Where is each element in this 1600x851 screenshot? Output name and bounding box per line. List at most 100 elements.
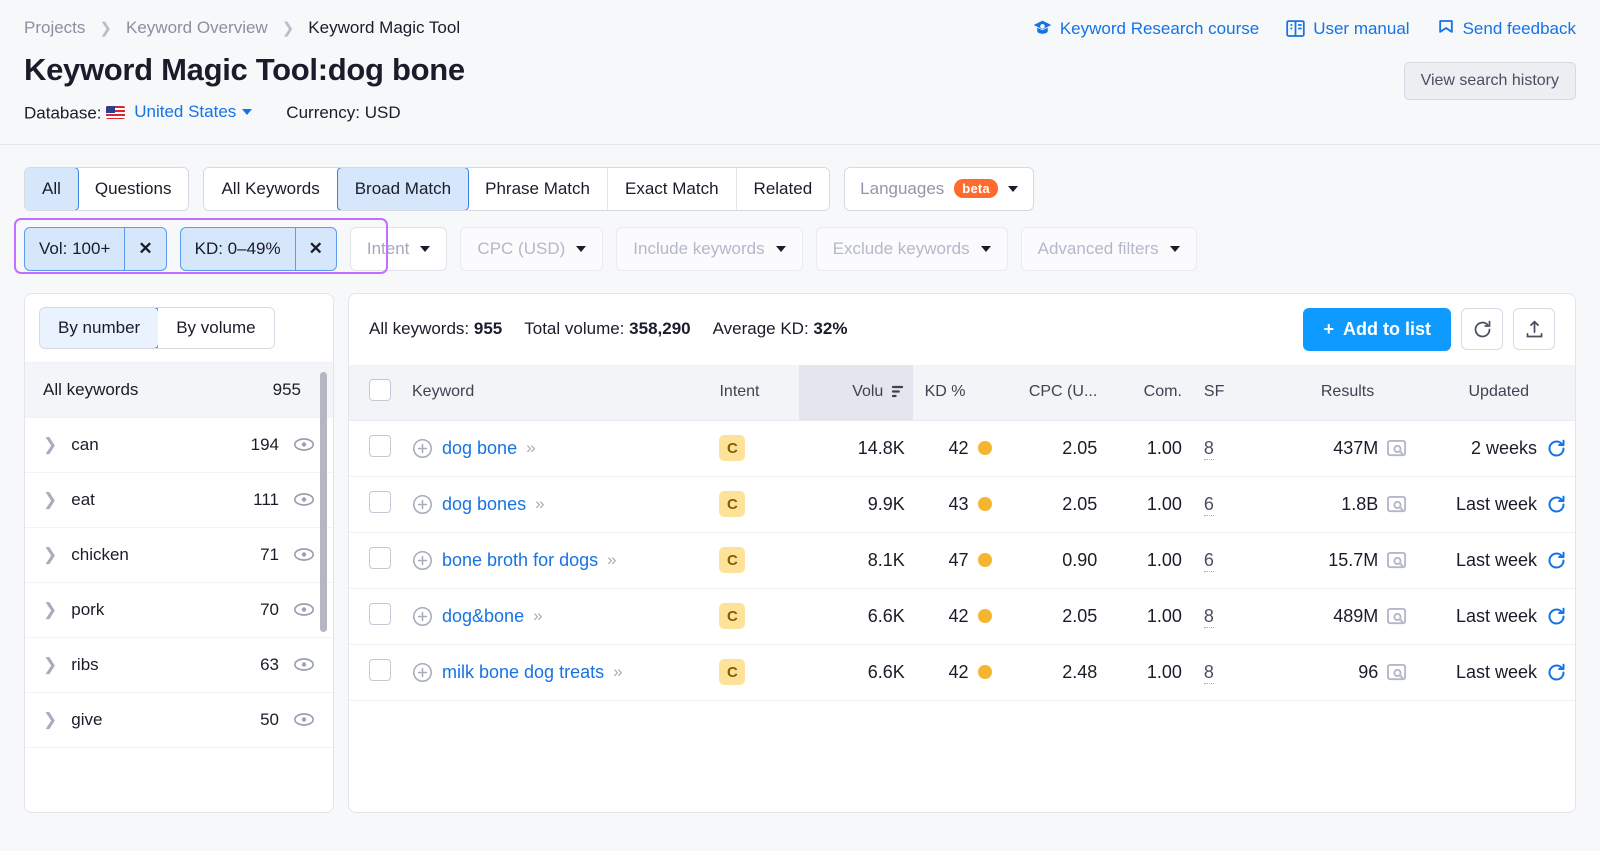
database-selector[interactable]: Database: United States [24, 102, 253, 124]
send-feedback-link[interactable]: Send feedback [1436, 18, 1576, 39]
tab-all[interactable]: All [25, 167, 79, 210]
intent-filter-dropdown[interactable]: Intent [349, 226, 448, 271]
eye-icon[interactable] [293, 492, 315, 507]
exclude-keywords-dropdown[interactable]: Exclude keywords [815, 226, 1008, 271]
sidebar-item-pork[interactable]: ❯ pork 70 [25, 583, 333, 638]
sf-value[interactable]: 8 [1203, 605, 1214, 628]
advanced-filters-dropdown[interactable]: Advanced filters [1020, 226, 1197, 271]
sidebar-scrollbar[interactable] [320, 371, 327, 632]
languages-dropdown[interactable]: Languages beta [844, 166, 1034, 211]
table-row[interactable]: dog&bone » C 6.6K 42 2.05 1.00 8 489M La… [349, 588, 1575, 645]
intent-badge[interactable]: C [719, 435, 746, 461]
select-all-checkbox[interactable] [368, 378, 391, 401]
eye-icon[interactable] [293, 437, 315, 452]
header-volume[interactable]: Volu [798, 364, 913, 421]
keyword-link[interactable]: dog bones [442, 494, 526, 515]
add-keyword-icon[interactable] [412, 438, 433, 459]
header-cpc[interactable]: CPC (U... [999, 364, 1106, 421]
add-keyword-icon[interactable] [412, 662, 433, 683]
chevron-right-icon[interactable]: ❯ [43, 435, 57, 455]
add-keyword-icon[interactable] [412, 606, 433, 627]
header-kd[interactable]: KD % [912, 364, 1000, 421]
tab-questions[interactable]: Questions [77, 167, 189, 210]
chevron-right-icon[interactable]: ❯ [43, 545, 57, 565]
serp-view-icon[interactable] [1387, 663, 1408, 682]
tab-broad-match[interactable]: Broad Match [336, 167, 470, 210]
chevron-right-icon[interactable]: ❯ [43, 490, 57, 510]
include-keywords-dropdown[interactable]: Include keywords [616, 226, 803, 271]
tab-all-keywords[interactable]: All Keywords [204, 167, 338, 210]
export-button[interactable] [1513, 308, 1555, 350]
table-row[interactable]: bone broth for dogs » C 8.1K 47 0.90 1.0… [349, 532, 1575, 589]
database-value[interactable]: United States [106, 102, 253, 122]
add-to-list-button[interactable]: + Add to list [1303, 307, 1451, 351]
tab-phrase-match[interactable]: Phrase Match [468, 167, 608, 210]
header-keyword[interactable]: Keyword [404, 364, 706, 421]
header-sf[interactable]: SF [1189, 364, 1258, 421]
sf-value[interactable]: 6 [1203, 549, 1214, 572]
header-com[interactable]: Com. [1105, 364, 1190, 421]
table-row[interactable]: dog bone » C 14.8K 42 2.05 1.00 8 437M 2… [349, 420, 1575, 477]
update-refresh-icon[interactable] [1546, 606, 1567, 627]
user-manual-link[interactable]: User manual [1285, 18, 1410, 39]
row-checkbox[interactable] [368, 434, 391, 457]
intent-badge[interactable]: C [719, 547, 746, 573]
eye-icon[interactable] [293, 602, 315, 617]
update-refresh-icon[interactable] [1546, 494, 1567, 515]
keyword-link[interactable]: dog&bone [442, 606, 524, 627]
row-checkbox[interactable] [368, 546, 391, 569]
intent-badge[interactable]: C [719, 659, 746, 685]
sf-value[interactable]: 8 [1203, 437, 1214, 460]
remove-volume-filter-icon[interactable]: ✕ [124, 227, 165, 270]
sidebar-item-eat[interactable]: ❯ eat 111 [25, 473, 333, 528]
filter-chip-kd[interactable]: KD: 0–49% ✕ [179, 226, 337, 271]
sf-value[interactable]: 6 [1203, 493, 1214, 516]
chevron-right-icon[interactable]: ❯ [43, 655, 57, 675]
sort-by-volume-button[interactable]: By volume [158, 307, 274, 348]
cpc-filter-dropdown[interactable]: CPC (USD) [460, 226, 604, 271]
chevron-right-icon[interactable]: ❯ [43, 600, 57, 620]
table-row[interactable]: milk bone dog treats » C 6.6K 42 2.48 1.… [349, 644, 1575, 701]
sf-value[interactable]: 8 [1203, 661, 1214, 684]
update-refresh-icon[interactable] [1546, 550, 1567, 571]
intent-badge[interactable]: C [719, 603, 746, 629]
keyword-expand-icon[interactable]: » [533, 606, 543, 626]
sidebar-item-can[interactable]: ❯ can 194 [25, 418, 333, 473]
intent-badge[interactable]: C [719, 491, 746, 517]
keyword-link[interactable]: milk bone dog treats [442, 662, 604, 683]
sidebar-item-ribs[interactable]: ❯ ribs 63 [25, 638, 333, 693]
remove-kd-filter-icon[interactable]: ✕ [294, 227, 336, 270]
header-intent[interactable]: Intent [705, 364, 799, 421]
add-keyword-icon[interactable] [412, 550, 433, 571]
row-checkbox[interactable] [368, 658, 391, 681]
view-search-history-button[interactable]: View search history [1403, 62, 1576, 100]
tab-exact-match[interactable]: Exact Match [608, 167, 737, 210]
sidebar-item-chicken[interactable]: ❯ chicken 71 [25, 528, 333, 583]
eye-icon[interactable] [293, 712, 315, 727]
serp-view-icon[interactable] [1387, 439, 1408, 458]
keyword-research-course-link[interactable]: Keyword Research course [1032, 18, 1259, 39]
chevron-right-icon[interactable]: ❯ [43, 710, 57, 730]
sidebar-item-give[interactable]: ❯ give 50 [25, 693, 333, 748]
keyword-link[interactable]: bone broth for dogs [442, 550, 598, 571]
keyword-link[interactable]: dog bone [442, 438, 517, 459]
update-refresh-icon[interactable] [1546, 662, 1567, 683]
update-refresh-icon[interactable] [1546, 438, 1567, 459]
sidebar-item-all-keywords[interactable]: All keywords 955 [25, 362, 333, 418]
eye-icon[interactable] [293, 657, 315, 672]
serp-view-icon[interactable] [1387, 495, 1408, 514]
eye-icon[interactable] [293, 547, 315, 562]
keyword-expand-icon[interactable]: » [613, 662, 623, 682]
row-checkbox[interactable] [368, 602, 391, 625]
breadcrumb-item-keyword-overview[interactable]: Keyword Overview [126, 18, 268, 38]
add-keyword-icon[interactable] [412, 494, 433, 515]
header-updated[interactable]: Updated [1416, 364, 1575, 421]
filter-chip-volume[interactable]: Vol: 100+ ✕ [24, 226, 167, 271]
sort-by-number-button[interactable]: By number [39, 307, 160, 348]
refresh-button[interactable] [1461, 308, 1503, 350]
header-results[interactable]: Results [1257, 364, 1417, 421]
table-row[interactable]: dog bones » C 9.9K 43 2.05 1.00 6 1.8B L… [349, 476, 1575, 533]
breadcrumb-item-projects[interactable]: Projects [24, 18, 85, 38]
row-checkbox[interactable] [368, 490, 391, 513]
serp-view-icon[interactable] [1387, 551, 1408, 570]
